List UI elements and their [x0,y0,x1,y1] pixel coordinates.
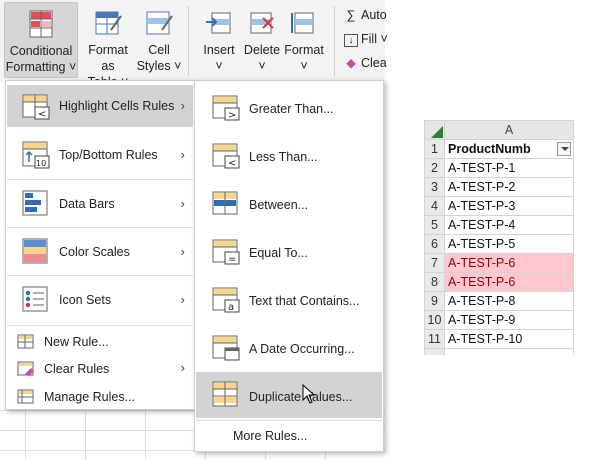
less-than-icon: < [212,143,240,169]
svg-text:10: 10 [36,159,46,168]
menu-item-manage-rules[interactable]: Manage Rules... [7,385,193,409]
svg-text:a: a [228,302,234,313]
svg-text:<: < [228,158,236,169]
worksheet-table: A 1 ProductNumb 2 A-TEST-P-1 3 A-TEST-P-2 … [424,120,574,355]
data-bars-icon [22,190,48,216]
text-contains-icon: a [212,287,240,313]
cell-styles-icon [146,11,173,35]
svg-text:<: < [38,109,46,120]
fill-button[interactable]: ↓ Fill ˅ [344,32,388,47]
row-header[interactable]: 2 [424,158,445,178]
table-cell[interactable]: A-TEST-P-9 [444,310,574,330]
table-cell[interactable]: A-TEST-P-3 [444,196,574,216]
fill-down-icon: ↓ [344,34,358,47]
format-as-table-button[interactable]: Format asTable ˅ [80,2,136,89]
mouse-pointer-icon [302,384,316,404]
conditional-formatting-button[interactable]: Conditional Formatting ˅ [4,2,78,78]
chevron-right-icon: › [180,196,185,211]
row-header[interactable]: 9 [424,291,445,311]
manage-rules-icon [17,389,34,404]
table-cell[interactable]: A-TEST-P-8 [444,291,574,311]
chevron-right-icon: › [180,360,185,375]
column-header-a[interactable]: A [444,120,574,140]
date-occurring-icon [212,335,240,361]
menu-item-new-rule[interactable]: New Rule... [7,330,193,354]
format-cells-icon [291,12,314,34]
duplicate-highlighted-cell[interactable]: A-TEST-P-6 [444,272,574,292]
highlight-cells-rules-submenu: > Greater Than... < Less Than... Between… [194,80,384,452]
menu-item-data-bars[interactable]: Data Bars › [7,181,193,227]
cell-a1[interactable]: ProductNumb [444,139,574,159]
between-icon [212,191,238,215]
header-cell-text: ProductNumb [448,142,531,156]
row-header[interactable]: 3 [424,177,445,197]
conditional-formatting-icon [29,10,53,38]
menu-item-more-rules[interactable]: More Rules... [196,424,382,448]
row-header[interactable]: 10 [424,310,445,330]
insert-cells-icon [206,12,231,34]
row-header[interactable]: 5 [424,215,445,235]
duplicate-highlighted-cell[interactable]: A-TEST-P-6 [444,253,574,273]
delete-cells-icon [250,12,274,34]
select-all-triangle-icon [431,126,443,138]
menu-item-highlight-cells-rules[interactable]: < Highlight Cells Rules › [7,85,193,127]
conditional-formatting-menu: < Highlight Cells Rules › 10 Top/Bottom … [5,80,195,410]
new-rule-icon [17,334,34,349]
delete-button[interactable]: Delete ˅ [242,2,282,78]
format-as-table-icon [95,11,122,35]
chevron-right-icon: › [180,292,185,307]
greater-than-icon: > [212,95,240,121]
equal-to-icon: = [212,239,240,265]
ribbon: ConditionalFormatting ˅ Format asTable ˅… [0,0,388,89]
menu-item-clear-rules[interactable]: Clear Rules › [7,357,193,381]
top-bottom-icon: 10 [22,141,50,169]
svg-text:=: = [228,254,236,265]
clear-button[interactable]: ◆ Clea [344,55,387,70]
menu-item-icon-sets[interactable]: Icon Sets › [7,277,193,323]
row-header[interactable]: 8 [424,272,445,292]
select-all-corner[interactable] [424,120,445,140]
svg-text:>: > [228,110,236,121]
eraser-icon: ◆ [346,56,356,70]
row-header[interactable]: 4 [424,196,445,216]
color-scales-icon [22,238,48,264]
chevron-right-icon: › [180,98,185,113]
row-header[interactable]: 7 [424,253,445,273]
menu-item-a-date-occurring[interactable]: A Date Occurring... [196,326,382,372]
duplicate-values-icon [212,381,238,407]
clear-rules-icon [17,361,34,376]
menu-item-duplicate-values[interactable]: Duplicate Values... [196,372,382,418]
row-header[interactable]: 1 [424,139,445,159]
cell-styles-button[interactable]: Cell Styles ˅ [136,2,182,78]
worksheet: A 1 ProductNumb 2 A-TEST-P-1 3 A-TEST-P-2 … [424,120,574,355]
menu-item-top-bottom-rules[interactable]: 10 Top/Bottom Rules › [7,132,193,178]
row-header-partial [424,348,445,355]
menu-item-color-scales[interactable]: Color Scales › [7,229,193,275]
menu-item-less-than[interactable]: < Less Than... [196,134,382,180]
menu-item-between[interactable]: Between... [196,182,382,228]
highlight-cells-icon: < [22,94,50,120]
format-button[interactable]: Format ˅ [282,2,326,78]
row-header[interactable]: 11 [424,329,445,349]
menu-item-equal-to[interactable]: = Equal To... [196,230,382,276]
menu-item-greater-than[interactable]: > Greater Than... [196,86,382,132]
table-cell[interactable]: A-TEST-P-1 [444,158,574,178]
table-cell[interactable]: A-TEST-P-4 [444,215,574,235]
row-header[interactable]: 6 [424,234,445,254]
chevron-right-icon: › [180,244,185,259]
table-cell[interactable]: A-TEST-P-5 [444,234,574,254]
menu-item-text-that-contains[interactable]: a Text that Contains... [196,278,382,324]
autosum-button[interactable]: ∑ Auto [344,8,387,22]
icon-sets-icon [22,286,48,312]
sigma-icon: ∑ [346,8,356,22]
filter-dropdown-button[interactable] [557,142,571,156]
table-cell[interactable]: A-TEST-P-10 [444,329,574,349]
table-cell[interactable]: A-TEST-P-2 [444,177,574,197]
table-cell-partial [444,348,574,355]
chevron-right-icon: › [180,147,185,162]
insert-button[interactable]: Insert ˅ [196,2,242,78]
